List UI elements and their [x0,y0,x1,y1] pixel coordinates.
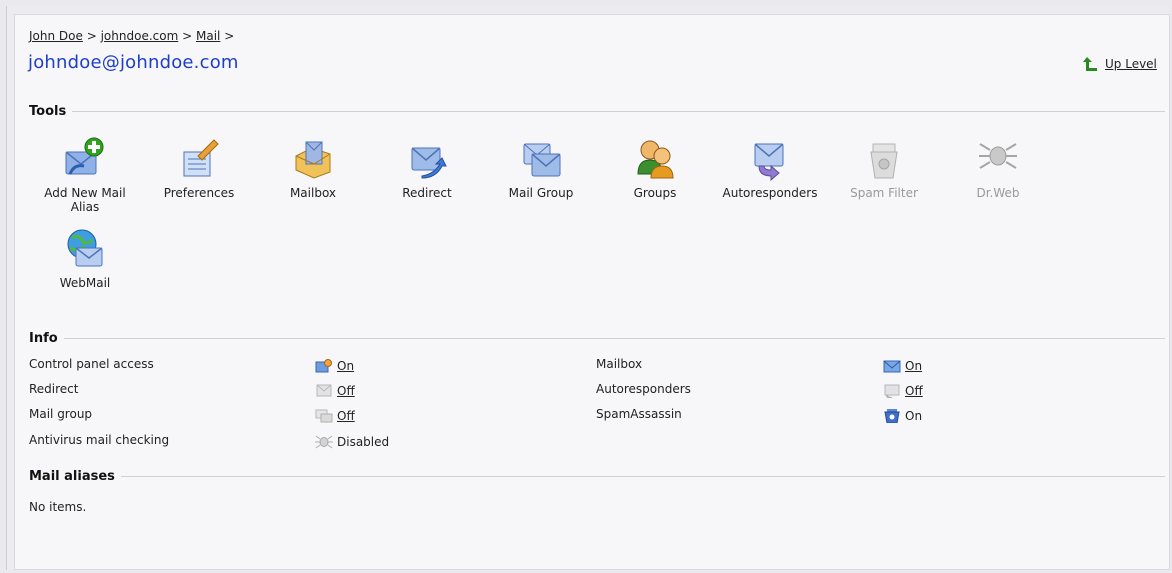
spamassassin-icon [884,409,900,423]
drweb-icon [979,143,1017,169]
info-label-redirect: Redirect [29,382,79,396]
info-label-spamassassin: SpamAssassin [596,407,682,421]
info-section-header: Info [29,331,1165,346]
control-panel-icon [315,359,332,373]
tool-label: Mailbox [289,186,337,200]
tools-section-header: Tools [29,104,1165,119]
mail-aliases-empty-text: No items. [29,500,87,514]
tools-heading: Tools [29,104,73,119]
info-value-antivirus: Disabled [315,435,389,449]
mail-aliases-heading: Mail aliases [29,469,121,484]
content-panel [14,14,1170,570]
webmail-icon [67,229,103,267]
control-panel-toggle-link[interactable]: On [337,359,354,373]
mailbox-toggle-link[interactable]: On [905,359,922,373]
tool-label: Redirect [402,186,452,200]
breadcrumb-separator: > [182,29,193,43]
tool-preferences[interactable]: Preferences [149,136,249,200]
info-label-control-panel: Control panel access [29,357,154,371]
breadcrumb-link-domain[interactable]: johndoe.com [101,29,179,43]
breadcrumb-separator: > [86,29,97,43]
tool-label: WebMail [59,276,111,290]
tool-mailbox[interactable]: Mailbox [263,136,363,200]
tool-label: Spam Filter [850,186,918,200]
tool-label: Mail Group [508,186,574,200]
info-value-spamassassin: On [883,409,922,423]
tool-groups[interactable]: Groups [605,136,705,200]
groups-icon [637,140,674,179]
tool-label: Dr.Web [976,186,1020,200]
breadcrumb-separator: > [224,29,235,43]
info-label-autoresponders: Autoresponders [596,382,691,396]
info-value-redirect: Off [315,384,355,398]
info-label-mail-group: Mail group [29,407,93,421]
breadcrumb-link-mail[interactable]: Mail [196,29,220,43]
arrow-up-icon [1083,57,1097,71]
mail-aliases-section-header: Mail aliases [29,469,1165,484]
mail-group-status-icon [315,409,333,423]
info-label-antivirus: Antivirus mail checking [29,433,170,447]
tool-add-new-mail-alias[interactable]: Add New Mail Alias [35,136,135,214]
info-value-control-panel: On [315,359,354,373]
mail-group-toggle-link[interactable]: Off [337,409,355,423]
tool-redirect[interactable]: Redirect [377,136,477,200]
info-value-mailbox: On [883,359,922,373]
autoresponders-status-icon [884,384,900,398]
tool-label: Preferences [163,186,235,200]
info-value-mail-group: Off [315,409,355,423]
info-divider [63,338,1165,339]
info-label-mailbox: Mailbox [596,357,643,371]
antivirus-icon [315,435,333,449]
preferences-icon [183,139,219,177]
tool-autoresponders[interactable]: Autoresponders [720,136,820,200]
add-mail-alias-icon [65,137,104,175]
spamassassin-status: On [905,409,923,423]
breadcrumb: John Doe > johndoe.com > Mail > [29,29,234,43]
info-value-autoresponders: Off [883,384,923,398]
redirect-icon [411,147,447,179]
mailbox-status-icon [883,360,901,373]
tool-label: Groups [633,186,677,200]
spam-filter-icon [870,143,898,179]
tool-label: Add New Mail Alias [44,186,126,214]
redirect-status-icon [316,384,332,397]
up-level-label[interactable]: Up Level [1105,57,1157,71]
redirect-toggle-link[interactable]: Off [337,384,355,398]
mail-group-icon [523,143,561,177]
breadcrumb-link-user[interactable]: John Doe [29,29,83,43]
tool-mail-group[interactable]: Mail Group [491,136,591,200]
mail-aliases-divider [120,476,1165,477]
info-heading: Info [29,331,64,346]
autoresponders-icon [754,143,784,182]
tool-spam-filter[interactable]: Spam Filter [834,136,934,200]
tool-webmail[interactable]: WebMail [35,226,135,290]
page-title: johndoe@johndoe.com [28,52,239,73]
antivirus-status: Disabled [337,435,390,449]
autoresponders-toggle-link[interactable]: Off [905,384,923,398]
tool-label: Autoresponders [722,186,818,200]
up-level-link[interactable]: Up Level [1083,56,1157,72]
mailbox-icon [295,141,331,179]
tools-divider [72,111,1165,112]
tool-drweb[interactable]: Dr.Web [948,136,1048,200]
